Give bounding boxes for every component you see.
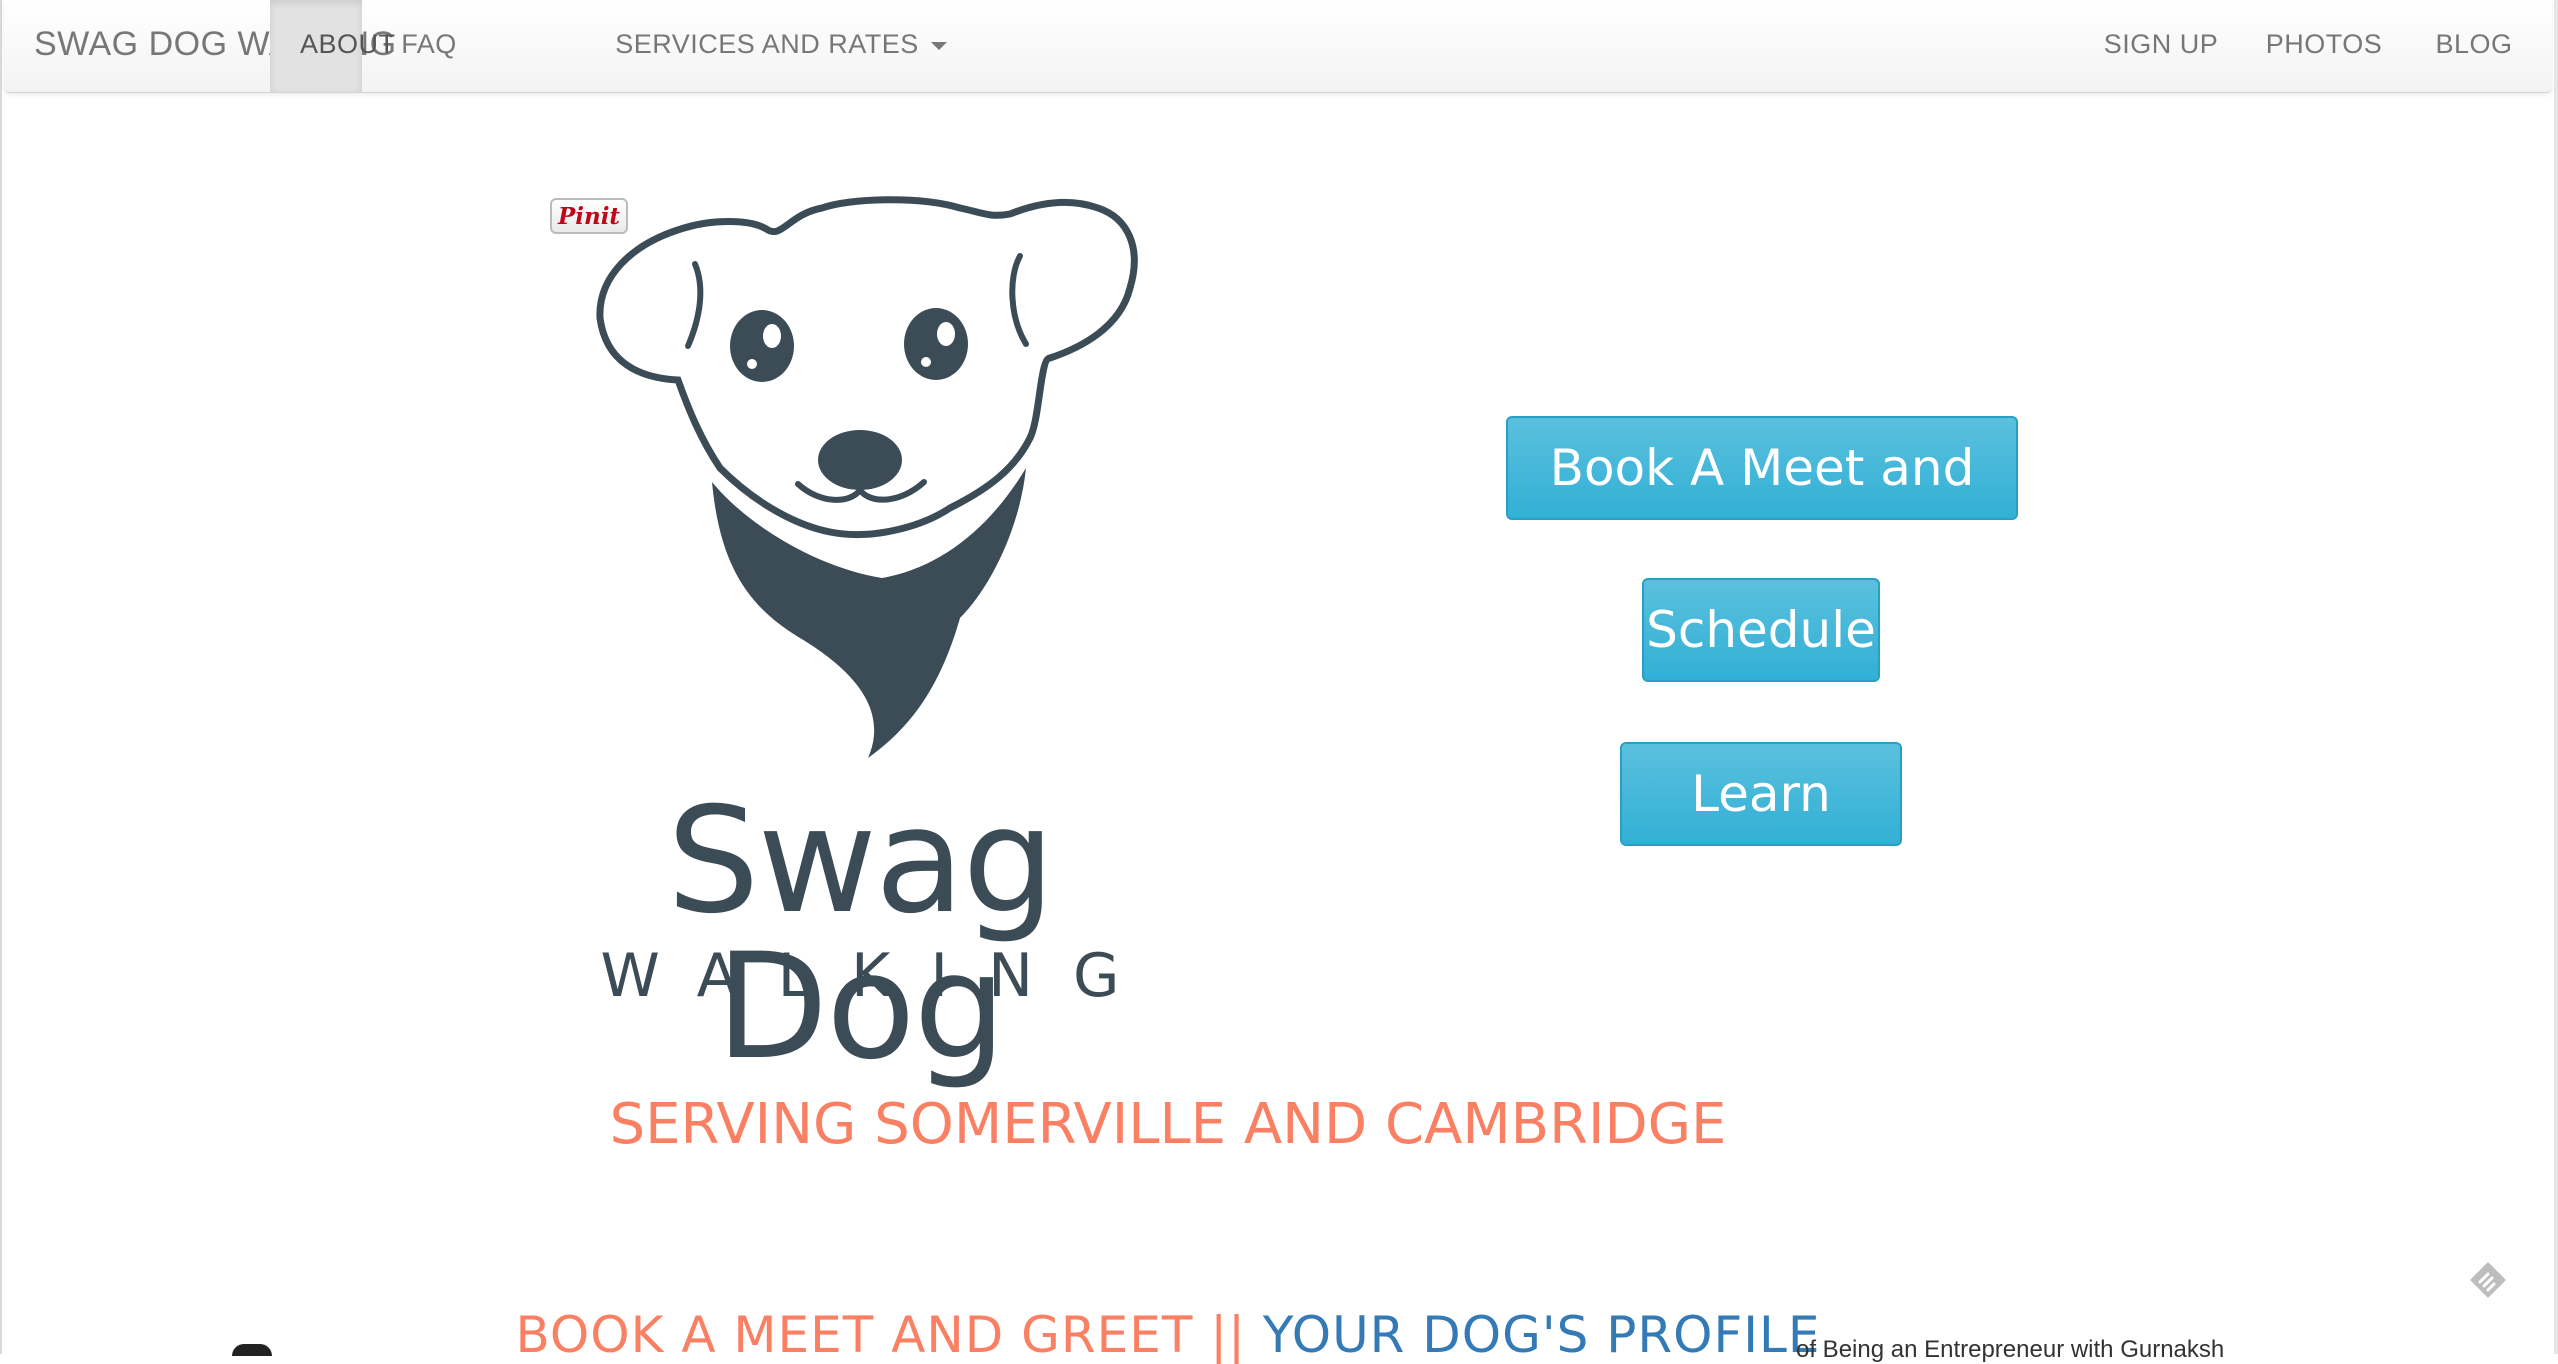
nav-services-dropdown[interactable]: SERVICES AND RATES (496, 0, 1066, 92)
swag-dog-logo: Swag Dog WALKING (520, 168, 1200, 1080)
caret-down-icon (930, 41, 947, 50)
book-meet-and-greet-button[interactable]: Book A Meet and Greet (1506, 416, 2018, 597)
feedly-icon[interactable] (2466, 1258, 2510, 1302)
nav-blog[interactable]: BLOG (2400, 0, 2548, 92)
dog-head-icon (596, 196, 1138, 758)
service-area-tagline: SERVING SOMERVILLE AND CAMBRIDGE (609, 1092, 1727, 1157)
nav-about[interactable]: ABOUT (270, 0, 395, 92)
schedule-button[interactable]: Schedule (1642, 578, 1880, 682)
link-separator: || (1210, 1306, 1246, 1364)
scrollbar[interactable] (2554, 0, 2558, 1354)
learn-more-button[interactable]: Learn More (1620, 742, 1902, 923)
partial-image (232, 1344, 272, 1356)
top-navbar: SWAG DOG WALKING ABOUT FAQ SERVICES AND … (4, 0, 2552, 93)
nav-photos[interactable]: PHOTOS (2234, 0, 2414, 92)
blog-snippet[interactable]: of Being an Entrepreneur with Gurnaksh (1796, 1336, 2224, 1364)
book-meet-link[interactable]: BOOK A MEET AND GREET (516, 1306, 1194, 1364)
nav-faq[interactable]: FAQ (368, 0, 490, 92)
logo-subtitle: WALKING (600, 941, 1160, 1011)
nav-services-label: SERVICES AND RATES (615, 29, 919, 59)
logo-title: Swag Dog (666, 776, 1055, 1092)
pinterest-pin-button[interactable]: Pinit (550, 198, 628, 234)
dog-profile-link[interactable]: YOUR DOG'S PROFILE (1263, 1306, 1821, 1364)
